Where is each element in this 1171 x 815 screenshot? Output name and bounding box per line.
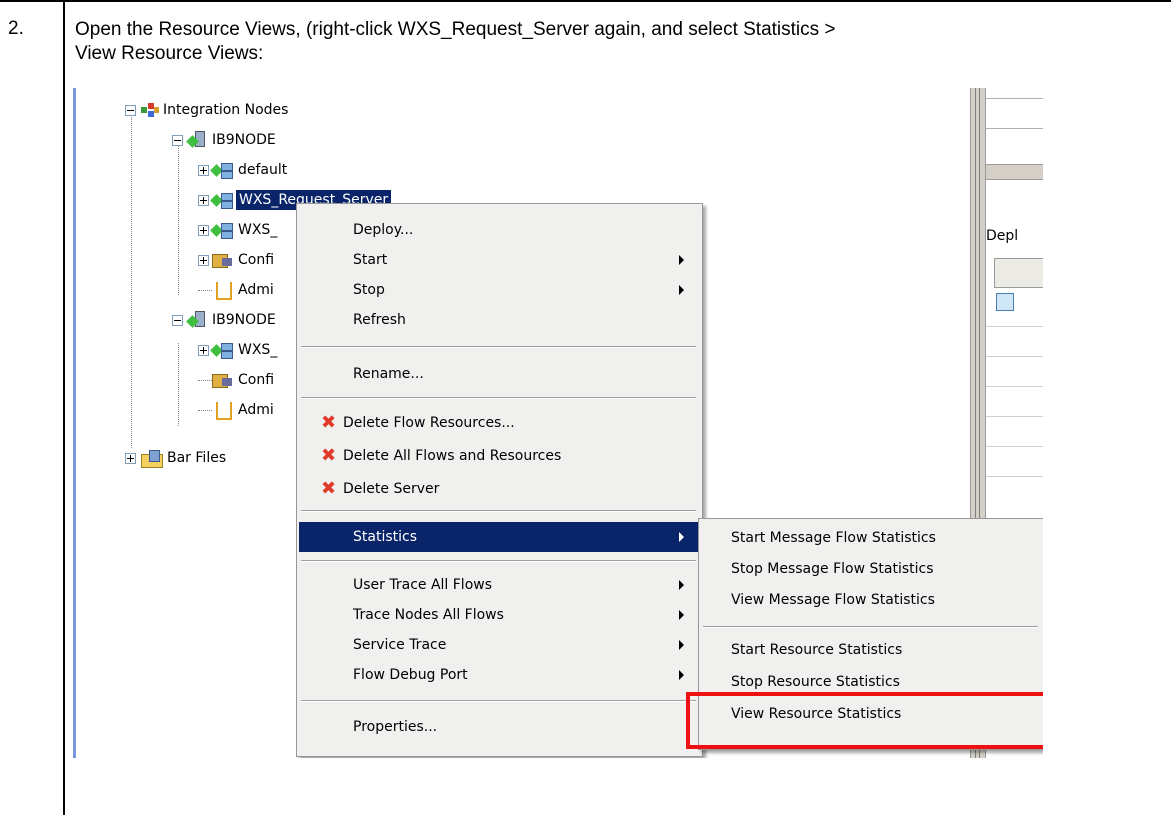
admin-queue-icon: [216, 402, 232, 420]
node-icon: [186, 311, 206, 329]
tree-label: Admi: [238, 402, 274, 418]
tree-label: Admi: [238, 282, 274, 298]
menu-item-flow-debug-port[interactable]: Flow Debug Port: [299, 660, 698, 690]
red-x-icon: ✖: [321, 478, 337, 499]
menu-item-service-trace[interactable]: Service Trace: [299, 630, 698, 660]
highlight-box: [686, 692, 1043, 749]
expand-toggle[interactable]: [198, 225, 209, 236]
menu-item-rename[interactable]: Rename...: [299, 359, 698, 389]
integration-nodes-icon: [141, 103, 159, 117]
menu-separator: [301, 397, 696, 399]
config-icon: [212, 372, 232, 388]
node-icon: [186, 131, 206, 149]
red-x-icon: ✖: [321, 412, 337, 433]
config-icon: [212, 252, 232, 268]
menu-item-refresh[interactable]: Refresh: [299, 305, 698, 335]
menu-item-trace-nodes[interactable]: Trace Nodes All Flows: [299, 600, 698, 630]
tree-label: Confi: [238, 252, 275, 268]
menu-item-start[interactable]: Start: [299, 245, 698, 275]
menu-item-statistics[interactable]: Statistics: [299, 522, 698, 552]
server-icon: [210, 341, 233, 359]
collapse-toggle[interactable]: [172, 135, 183, 146]
submenu-arrow-icon: [679, 580, 684, 590]
flow-icon: [996, 293, 1014, 311]
tree-label: Confi: [238, 372, 275, 388]
instruction-line-1: Open the Resource Views, (right-click WX…: [75, 19, 836, 40]
submenu-arrow-icon: [679, 610, 684, 620]
submenu-arrow-icon: [679, 255, 684, 265]
expand-toggle[interactable]: [198, 195, 209, 206]
tree-label: Bar Files: [167, 450, 227, 466]
screenshot: Depl Integration Nodes IB9NODE default W…: [68, 88, 1043, 758]
menu-item-user-trace[interactable]: User Trace All Flows: [299, 570, 698, 600]
submenu-item-view-message-flow-statistics[interactable]: View Message Flow Statistics: [701, 585, 1040, 615]
expand-toggle[interactable]: [198, 255, 209, 266]
side-column-header[interactable]: [994, 258, 1043, 288]
collapse-toggle[interactable]: [172, 315, 183, 326]
red-x-icon: ✖: [321, 445, 337, 466]
instruction-line-2: View Resource Views:: [75, 43, 264, 64]
server-icon: [210, 191, 233, 209]
menu-item-delete-all-flows[interactable]: ✖ Delete All Flows and Resources: [299, 441, 698, 471]
tree-label: WXS_: [238, 222, 278, 238]
menu-separator: [301, 700, 696, 702]
submenu-arrow-icon: [679, 285, 684, 295]
submenu-item-start-resource-statistics[interactable]: Start Resource Statistics: [701, 635, 1040, 665]
expand-toggle[interactable]: [125, 453, 136, 464]
folder-icon: [141, 450, 163, 468]
menu-separator: [301, 346, 696, 348]
menu-item-deploy[interactable]: Deploy...: [299, 215, 698, 245]
submenu-arrow-icon: [679, 532, 684, 542]
menu-separator: [301, 510, 696, 512]
table-top-border: [0, 0, 1171, 2]
menu-item-stop[interactable]: Stop: [299, 275, 698, 305]
step-number: 2.: [8, 18, 24, 39]
server-icon: [210, 221, 233, 239]
menu-item-delete-server[interactable]: ✖ Delete Server: [299, 474, 698, 504]
expand-toggle[interactable]: [198, 165, 209, 176]
server-icon: [210, 161, 233, 179]
tree-label: IB9NODE: [212, 132, 276, 148]
menu-separator: [703, 626, 1038, 628]
step-instruction: Open the Resource Views, (right-click WX…: [75, 18, 1155, 66]
table-column-divider: [63, 0, 65, 815]
collapse-toggle[interactable]: [125, 105, 136, 116]
admin-queue-icon: [216, 282, 232, 300]
tree-label: default: [238, 162, 288, 178]
context-menu: Deploy... Start Stop Refresh Rename... ✖…: [296, 203, 703, 757]
menu-item-properties[interactable]: Properties...: [299, 712, 698, 742]
menu-item-delete-flow-resources[interactable]: ✖ Delete Flow Resources...: [299, 408, 698, 438]
tree-label: WXS_: [238, 342, 278, 358]
tree-panel-border: [73, 88, 76, 758]
submenu-arrow-icon: [679, 670, 684, 680]
submenu-item-start-message-flow-statistics[interactable]: Start Message Flow Statistics: [701, 523, 1040, 553]
deployed-label: Depl: [986, 228, 1019, 244]
submenu-arrow-icon: [679, 640, 684, 650]
menu-separator: [301, 560, 696, 562]
expand-toggle[interactable]: [198, 345, 209, 356]
tree-label: Integration Nodes: [163, 102, 289, 118]
tree-label: IB9NODE: [212, 312, 276, 328]
submenu-item-stop-message-flow-statistics[interactable]: Stop Message Flow Statistics: [701, 554, 1040, 584]
